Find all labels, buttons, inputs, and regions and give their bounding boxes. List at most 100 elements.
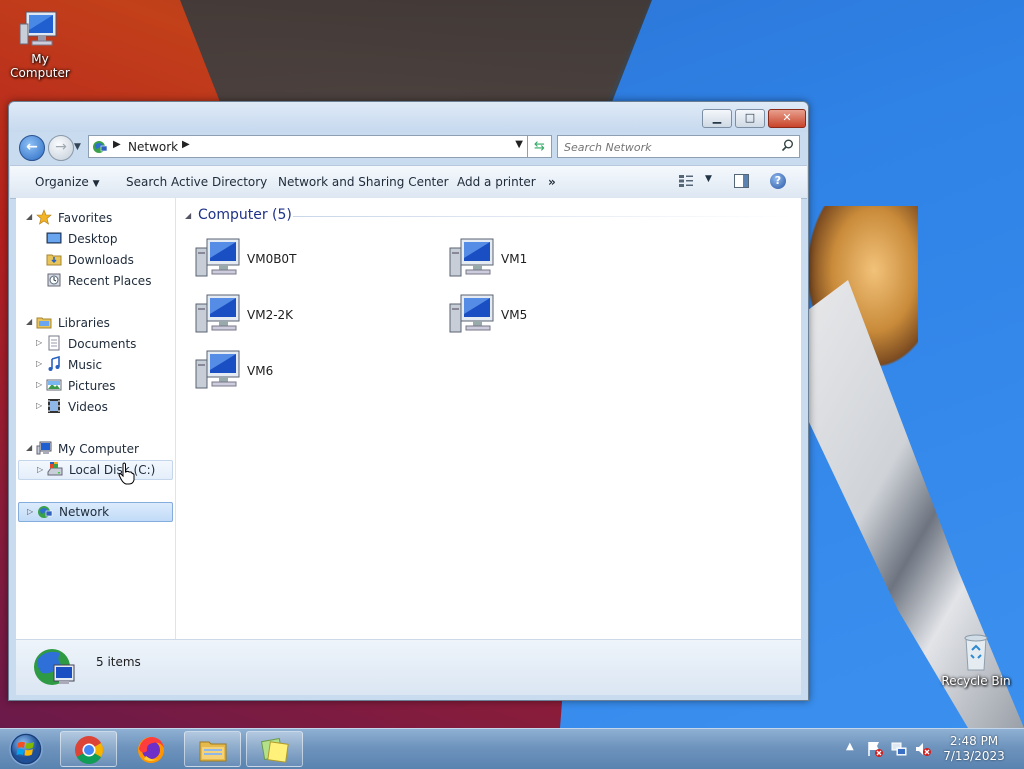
change-view-icon[interactable]: [678, 174, 694, 188]
network-status-icon[interactable]: [890, 740, 908, 758]
nav-libraries[interactable]: ◢ Libraries: [16, 313, 175, 332]
help-icon: ?: [774, 174, 782, 187]
nav-desktop[interactable]: Desktop: [16, 229, 175, 248]
nav-local-disk[interactable]: ▷ Local Disk (C:): [18, 460, 173, 480]
network-computer-icon: [449, 294, 494, 333]
more-commands-button[interactable]: »: [548, 175, 556, 189]
address-dropdown-icon[interactable]: ▼: [515, 139, 523, 150]
nav-recent-places[interactable]: Recent Places: [16, 271, 175, 290]
details-pane: 5 items: [16, 639, 801, 695]
nav-documents[interactable]: ▷ Documents: [16, 334, 175, 353]
taskbar-explorer-button[interactable]: [184, 731, 241, 767]
expanded-arrow-icon[interactable]: ◢: [26, 443, 32, 452]
network-sharing-center-button[interactable]: Network and Sharing Center: [278, 175, 449, 189]
organize-button[interactable]: Organize ▼: [35, 175, 100, 189]
refresh-button[interactable]: ⇆: [528, 135, 552, 158]
recent-pages-dropdown[interactable]: ▼: [74, 142, 81, 152]
network-computer-icon: [195, 294, 240, 333]
computer-icon: [18, 10, 62, 50]
taskbar-firefox-button[interactable]: [122, 731, 179, 767]
forward-button[interactable]: →: [48, 135, 74, 161]
network-icon: [38, 506, 53, 518]
navigation-pane: ◢ Favorites Desktop Downloads Recent Pla…: [16, 198, 176, 639]
taskbar-notes-button[interactable]: [246, 731, 303, 767]
nav-music[interactable]: ▷ Music: [16, 355, 175, 374]
title-bar[interactable]: ▁ □ ✕: [9, 102, 808, 132]
search-input[interactable]: [562, 138, 776, 157]
nav-videos[interactable]: ▷ Videos: [16, 397, 175, 416]
expanded-arrow-icon[interactable]: ◢: [26, 212, 32, 221]
computer-name: VM2-2K: [247, 308, 294, 322]
back-button[interactable]: ←: [19, 135, 45, 161]
breadcrumb-separator-icon[interactable]: ▶: [182, 139, 190, 150]
clock[interactable]: 2:48 PM 7/13/2023: [930, 734, 1018, 764]
desktop-icon-my-computer[interactable]: My Computer: [0, 10, 80, 80]
nav-my-computer[interactable]: ◢ My Computer: [16, 439, 175, 458]
search-active-directory-button[interactable]: Search Active Directory: [126, 175, 267, 189]
desktop-icon-recycle-bin[interactable]: Recycle Bin: [936, 632, 1016, 688]
nav-downloads[interactable]: Downloads: [16, 250, 175, 269]
nav-label: My Computer: [58, 442, 139, 456]
group-collapse-icon[interactable]: ◢: [185, 211, 191, 220]
view-options-dropdown-icon[interactable]: ▼: [705, 174, 712, 184]
computer-name: VM6: [247, 364, 274, 378]
show-hidden-icons-icon[interactable]: ▲: [846, 741, 854, 752]
group-header[interactable]: Computer (5): [198, 207, 292, 223]
breadcrumb-separator-icon[interactable]: ▶: [113, 139, 121, 150]
nav-network[interactable]: ▷ Network: [18, 502, 173, 522]
clock-time: 2:48 PM: [949, 734, 999, 748]
start-button[interactable]: [4, 730, 48, 768]
collapsed-arrow-icon[interactable]: ▷: [36, 380, 42, 389]
nav-label: Videos: [68, 400, 108, 414]
expanded-arrow-icon[interactable]: ◢: [26, 317, 32, 326]
close-icon: ✕: [782, 111, 792, 124]
nav-label: Libraries: [58, 316, 110, 330]
documents-icon: [48, 335, 60, 351]
computer-item[interactable]: VM0B0T: [194, 236, 434, 284]
minimize-icon: ▁: [712, 111, 722, 124]
nav-label: Network: [59, 505, 110, 519]
network-computer-icon: [195, 238, 240, 277]
network-computer-icon: [449, 238, 494, 277]
minimize-button[interactable]: ▁: [702, 109, 732, 128]
maximize-button[interactable]: □: [735, 109, 765, 128]
hand-cursor-icon: [118, 462, 135, 485]
file-list: ◢ Computer (5) VM0B0T VM1 VM2-2K VM5 VM6: [176, 198, 801, 639]
computer-name: VM5: [501, 308, 528, 322]
nav-label: Downloads: [68, 253, 134, 267]
nav-label: Documents: [68, 337, 137, 351]
collapsed-arrow-icon[interactable]: ▷: [27, 507, 33, 516]
computer-item[interactable]: VM6: [194, 348, 434, 396]
close-button[interactable]: ✕: [768, 109, 806, 128]
collapsed-arrow-icon[interactable]: ▷: [36, 401, 42, 410]
network-computer-icon: [195, 350, 240, 389]
chrome-icon: [75, 736, 103, 764]
search-box[interactable]: [557, 135, 800, 158]
preview-pane-button[interactable]: [734, 174, 749, 188]
explorer-window: ▁ □ ✕ ← → ▼ ▶ Network ▶ ▼ ⇆ Organize ▼ S…: [8, 101, 809, 701]
notes-icon: [260, 737, 289, 763]
forward-arrow-icon: →: [55, 139, 67, 155]
search-icon[interactable]: [781, 139, 794, 152]
recycle-bin-icon: [954, 632, 998, 672]
recent-places-icon: [47, 273, 61, 287]
nav-pictures[interactable]: ▷ Pictures: [16, 376, 175, 395]
computer-item[interactable]: VM1: [448, 236, 688, 284]
breadcrumb-network[interactable]: Network: [128, 140, 178, 154]
action-center-flag-icon[interactable]: [866, 740, 884, 758]
computer-item[interactable]: VM2-2K: [194, 292, 434, 340]
organize-label: Organize: [35, 175, 89, 189]
collapsed-arrow-icon[interactable]: ▷: [36, 338, 42, 347]
help-button[interactable]: ?: [770, 173, 786, 189]
videos-icon: [48, 399, 60, 413]
computer-item[interactable]: VM5: [448, 292, 688, 340]
collapsed-arrow-icon[interactable]: ▷: [37, 465, 43, 474]
nav-label: Favorites: [58, 211, 113, 225]
address-bar[interactable]: ▶ Network ▶ ▼: [88, 135, 528, 158]
add-printer-button[interactable]: Add a printer: [457, 175, 536, 189]
taskbar-chrome-button[interactable]: [60, 731, 117, 767]
collapsed-arrow-icon[interactable]: ▷: [36, 359, 42, 368]
maximize-icon: □: [744, 111, 756, 124]
nav-favorites[interactable]: ◢ Favorites: [16, 208, 175, 227]
chevron-down-icon: ▼: [92, 179, 100, 189]
